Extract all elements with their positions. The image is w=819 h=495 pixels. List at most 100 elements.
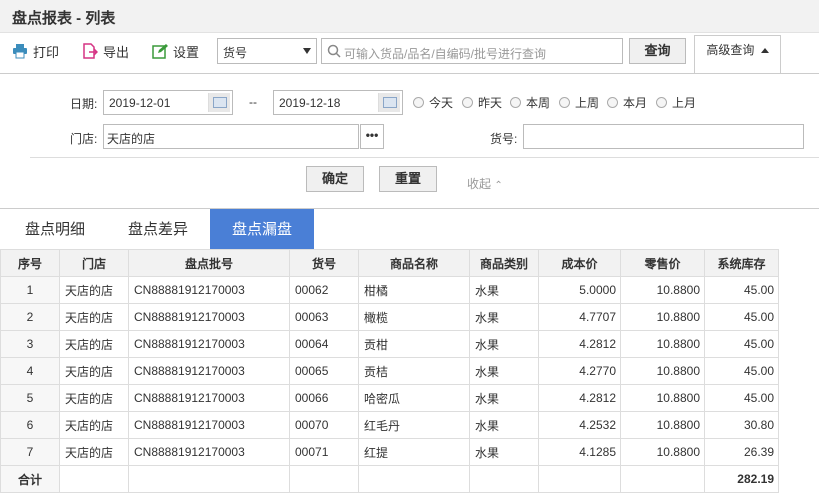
table-cell: 00066	[289, 384, 359, 412]
radio-yesterday[interactable]: 昨天	[462, 94, 502, 111]
collapse-toggle[interactable]: 收起 ⌃	[467, 175, 503, 192]
table-row[interactable]: 2 天店的店 CN88881912170003 00063 橄榄 水果 4.7707 10.8…	[0, 303, 779, 331]
tab-stocktake-detail[interactable]: 盘点明细	[0, 209, 110, 249]
table-cell: 天店的店	[59, 438, 129, 466]
radio-last-month[interactable]: 上月	[656, 94, 696, 111]
table-cell: 橄榄	[358, 303, 470, 331]
calendar-icon[interactable]	[378, 93, 400, 112]
dropdown-arrow-icon	[303, 48, 311, 54]
table-cell: 天店的店	[59, 411, 129, 439]
table-cell: 4.2532	[538, 411, 621, 439]
radio-circle	[607, 97, 618, 108]
table-cell: 6	[0, 411, 60, 439]
radio-this-month[interactable]: 本月	[607, 94, 647, 111]
settings-button[interactable]: 设置	[152, 41, 199, 61]
table-cell: 水果	[469, 330, 539, 358]
table-cell: CN88881912170003	[128, 438, 290, 466]
table-cell	[358, 465, 470, 493]
table-cell: 10.8800	[620, 303, 705, 331]
radio-circle	[462, 97, 473, 108]
table-row[interactable]: 4 天店的店 CN88881912170003 00065 贡桔 水果 4.2770 10.8…	[0, 357, 779, 385]
table-cell: 7	[0, 438, 60, 466]
query-button[interactable]: 查询	[629, 38, 686, 64]
table-cell: 10.8800	[620, 276, 705, 304]
radio-circle	[656, 97, 667, 108]
radio-today[interactable]: 今天	[413, 94, 453, 111]
table-row[interactable]: 3 天店的店 CN88881912170003 00064 贡柑 水果 4.2812 10.8…	[0, 330, 779, 358]
radio-label: 上周	[575, 96, 600, 110]
radio-circle	[510, 97, 521, 108]
settings-label: 设置	[173, 44, 200, 60]
column-header[interactable]: 零售价	[620, 249, 705, 277]
column-header[interactable]: 商品名称	[358, 249, 470, 277]
date-from-value: 2019-12-01	[109, 96, 171, 110]
printer-icon	[12, 43, 28, 59]
page-title: 盘点报表 - 列表	[12, 10, 116, 27]
export-button[interactable]: 导出	[82, 41, 129, 61]
table-cell: 00070	[289, 411, 359, 439]
column-header[interactable]: 序号	[0, 249, 60, 277]
column-header[interactable]: 系统库存	[704, 249, 779, 277]
table-cell: 00065	[289, 357, 359, 385]
table-row[interactable]: 5 天店的店 CN88881912170003 00066 哈密瓜 水果 4.2812 10.…	[0, 384, 779, 412]
calendar-icon[interactable]	[208, 93, 230, 112]
table-cell	[538, 465, 621, 493]
table-row[interactable]: 6 天店的店 CN88881912170003 00070 红毛丹 水果 4.2532 10.…	[0, 411, 779, 439]
store-value: 天店的店	[107, 132, 156, 146]
table-row[interactable]: 7 天店的店 CN88881912170003 00071 红提 水果 4.1285 10.8…	[0, 438, 779, 466]
table-cell: 4.7707	[538, 303, 621, 331]
advanced-query-toggle[interactable]: 高级查询	[694, 35, 781, 74]
confirm-button[interactable]: 确定	[306, 166, 364, 192]
radio-circle	[413, 97, 424, 108]
date-to-input[interactable]: 2019-12-18	[273, 90, 403, 115]
table-cell: 水果	[469, 438, 539, 466]
divider	[30, 157, 819, 158]
table-cell: 00071	[289, 438, 359, 466]
column-header[interactable]: 货号	[289, 249, 359, 277]
table-cell: 10.8800	[620, 384, 705, 412]
radio-this-week[interactable]: 本周	[510, 94, 550, 111]
store-picker-button[interactable]: •••	[360, 124, 384, 149]
table-cell	[289, 465, 359, 493]
table-cell: 柑橘	[358, 276, 470, 304]
table-cell	[620, 465, 705, 493]
tab-stocktake-difference[interactable]: 盘点差异	[103, 209, 213, 249]
store-input[interactable]: 天店的店	[103, 124, 359, 149]
search-placeholder: 可输入货品/品名/自编码/批号进行查询	[344, 47, 547, 61]
tab-stocktake-missed[interactable]: 盘点漏盘	[210, 209, 314, 249]
table-row[interactable]: 1 天店的店 CN88881912170003 00062 柑橘 水果 5.0000 10.8…	[0, 276, 779, 304]
table-cell: CN88881912170003	[128, 303, 290, 331]
title-bar: 盘点报表 - 列表	[0, 0, 819, 33]
column-header[interactable]: 成本价	[538, 249, 621, 277]
table-cell: 5	[0, 384, 60, 412]
table-cell	[128, 465, 290, 493]
table-cell: 3	[0, 330, 60, 358]
total-label: 合计	[0, 465, 60, 493]
table-cell: 4.2812	[538, 384, 621, 412]
collapse-label: 收起	[467, 177, 492, 191]
search-input[interactable]: 可输入货品/品名/自编码/批号进行查询	[321, 38, 623, 64]
date-to-value: 2019-12-18	[279, 96, 341, 110]
store-label: 门店:	[70, 132, 98, 146]
column-header[interactable]: 商品类别	[469, 249, 539, 277]
column-header[interactable]: 门店	[59, 249, 129, 277]
table-cell: 45.00	[704, 276, 779, 304]
radio-last-week[interactable]: 上周	[559, 94, 599, 111]
table-cell: CN88881912170003	[128, 411, 290, 439]
table-cell: 水果	[469, 411, 539, 439]
advanced-filter-panel: 日期: 2019-12-01 -- 2019-12-18 今天 昨天 本周 上周…	[0, 73, 819, 209]
date-from-input[interactable]: 2019-12-01	[103, 90, 233, 115]
toolbar: 打印 导出 设置 货号 可输入货品/品名/自编码/批号进行查询 查询 高级查询	[0, 33, 819, 74]
goods-no-label: 货号:	[490, 132, 518, 146]
table-cell: 红提	[358, 438, 470, 466]
table-cell: 水果	[469, 303, 539, 331]
table-cell: 10.8800	[620, 330, 705, 358]
column-header[interactable]: 盘点批号	[128, 249, 290, 277]
search-field-select[interactable]: 货号	[217, 38, 317, 64]
reset-button[interactable]: 重置	[379, 166, 437, 192]
goods-no-input[interactable]	[523, 124, 804, 149]
radio-label: 昨天	[478, 96, 503, 110]
print-button[interactable]: 打印	[12, 41, 59, 61]
radio-label: 上月	[672, 96, 697, 110]
export-icon	[82, 43, 99, 59]
